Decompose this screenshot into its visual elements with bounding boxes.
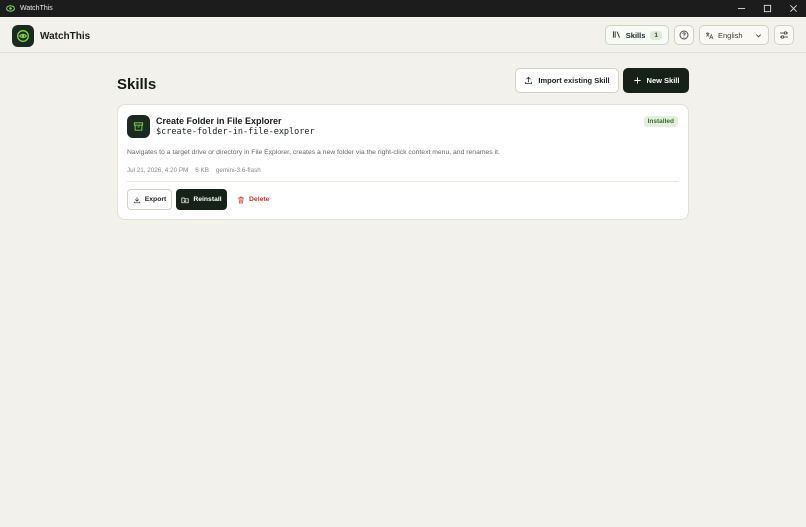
translate-icon — [705, 31, 714, 39]
card-divider — [127, 181, 679, 182]
skills-nav-label: Skills — [625, 30, 646, 40]
app-logo-icon — [5, 0, 16, 18]
minimize-button[interactable] — [728, 0, 754, 17]
page-title: Skills — [117, 76, 157, 93]
export-label: Export — [144, 196, 167, 203]
skill-date: Jul 21, 2026, 4:20 PM — [127, 167, 189, 174]
archive-box-icon — [127, 115, 150, 138]
download-icon — [133, 196, 140, 203]
window-title: WatchThis — [20, 5, 53, 12]
help-button[interactable] — [674, 25, 694, 45]
reinstall-button[interactable]: Reinstall — [176, 189, 227, 210]
folder-reinstall-icon — [181, 197, 189, 203]
upload-icon — [525, 76, 533, 85]
skill-size: 6 KB — [195, 167, 209, 174]
chevron-down-icon — [755, 33, 762, 37]
help-circle-icon — [679, 30, 689, 40]
minimize-icon — [737, 8, 745, 9]
brand-name: WatchThis — [40, 30, 91, 42]
skill-description: Navigates to a target drive or directory… — [127, 149, 500, 156]
skills-nav-button[interactable]: Skills 1 — [604, 25, 669, 45]
brand-logo-icon — [12, 25, 34, 47]
sliders-icon — [780, 31, 788, 39]
delete-label: Delete — [249, 196, 270, 203]
import-skill-button[interactable]: Import existing Skill — [515, 68, 619, 93]
plus-icon — [633, 77, 641, 84]
language-value: English — [718, 30, 743, 40]
close-button[interactable] — [780, 0, 806, 17]
skill-slug: $create-folder-in-file-explorer — [156, 127, 315, 137]
skill-model: gemini-3.6-flash — [215, 167, 261, 174]
new-skill-label: New Skill — [646, 76, 680, 85]
close-icon — [789, 5, 797, 12]
import-skill-label: Import existing Skill — [538, 76, 610, 85]
status-badge: Installed — [643, 116, 678, 127]
reinstall-label: Reinstall — [193, 196, 222, 203]
skill-name: Create Folder in File Explorer — [156, 116, 282, 126]
trash-icon — [238, 196, 244, 203]
language-select[interactable]: English — [699, 25, 769, 45]
skill-card: Create Folder in File Explorer $create-f… — [117, 104, 689, 220]
library-icon — [612, 26, 621, 44]
brand[interactable]: WatchThis — [12, 25, 90, 47]
skill-meta: Jul 21, 2026, 4:20 PM 6 KB gemini-3.6-fl… — [127, 167, 261, 174]
skills-count-badge: 1 — [650, 30, 662, 40]
maximize-button[interactable] — [754, 0, 780, 17]
window-titlebar: WatchThis — [0, 0, 806, 17]
delete-button[interactable]: Delete — [232, 189, 274, 210]
maximize-icon — [763, 4, 771, 13]
new-skill-button[interactable]: New Skill — [623, 68, 689, 93]
settings-button[interactable] — [774, 25, 794, 45]
app-header: WatchThis Skills 1 English — [0, 17, 806, 53]
export-button[interactable]: Export — [127, 189, 172, 210]
